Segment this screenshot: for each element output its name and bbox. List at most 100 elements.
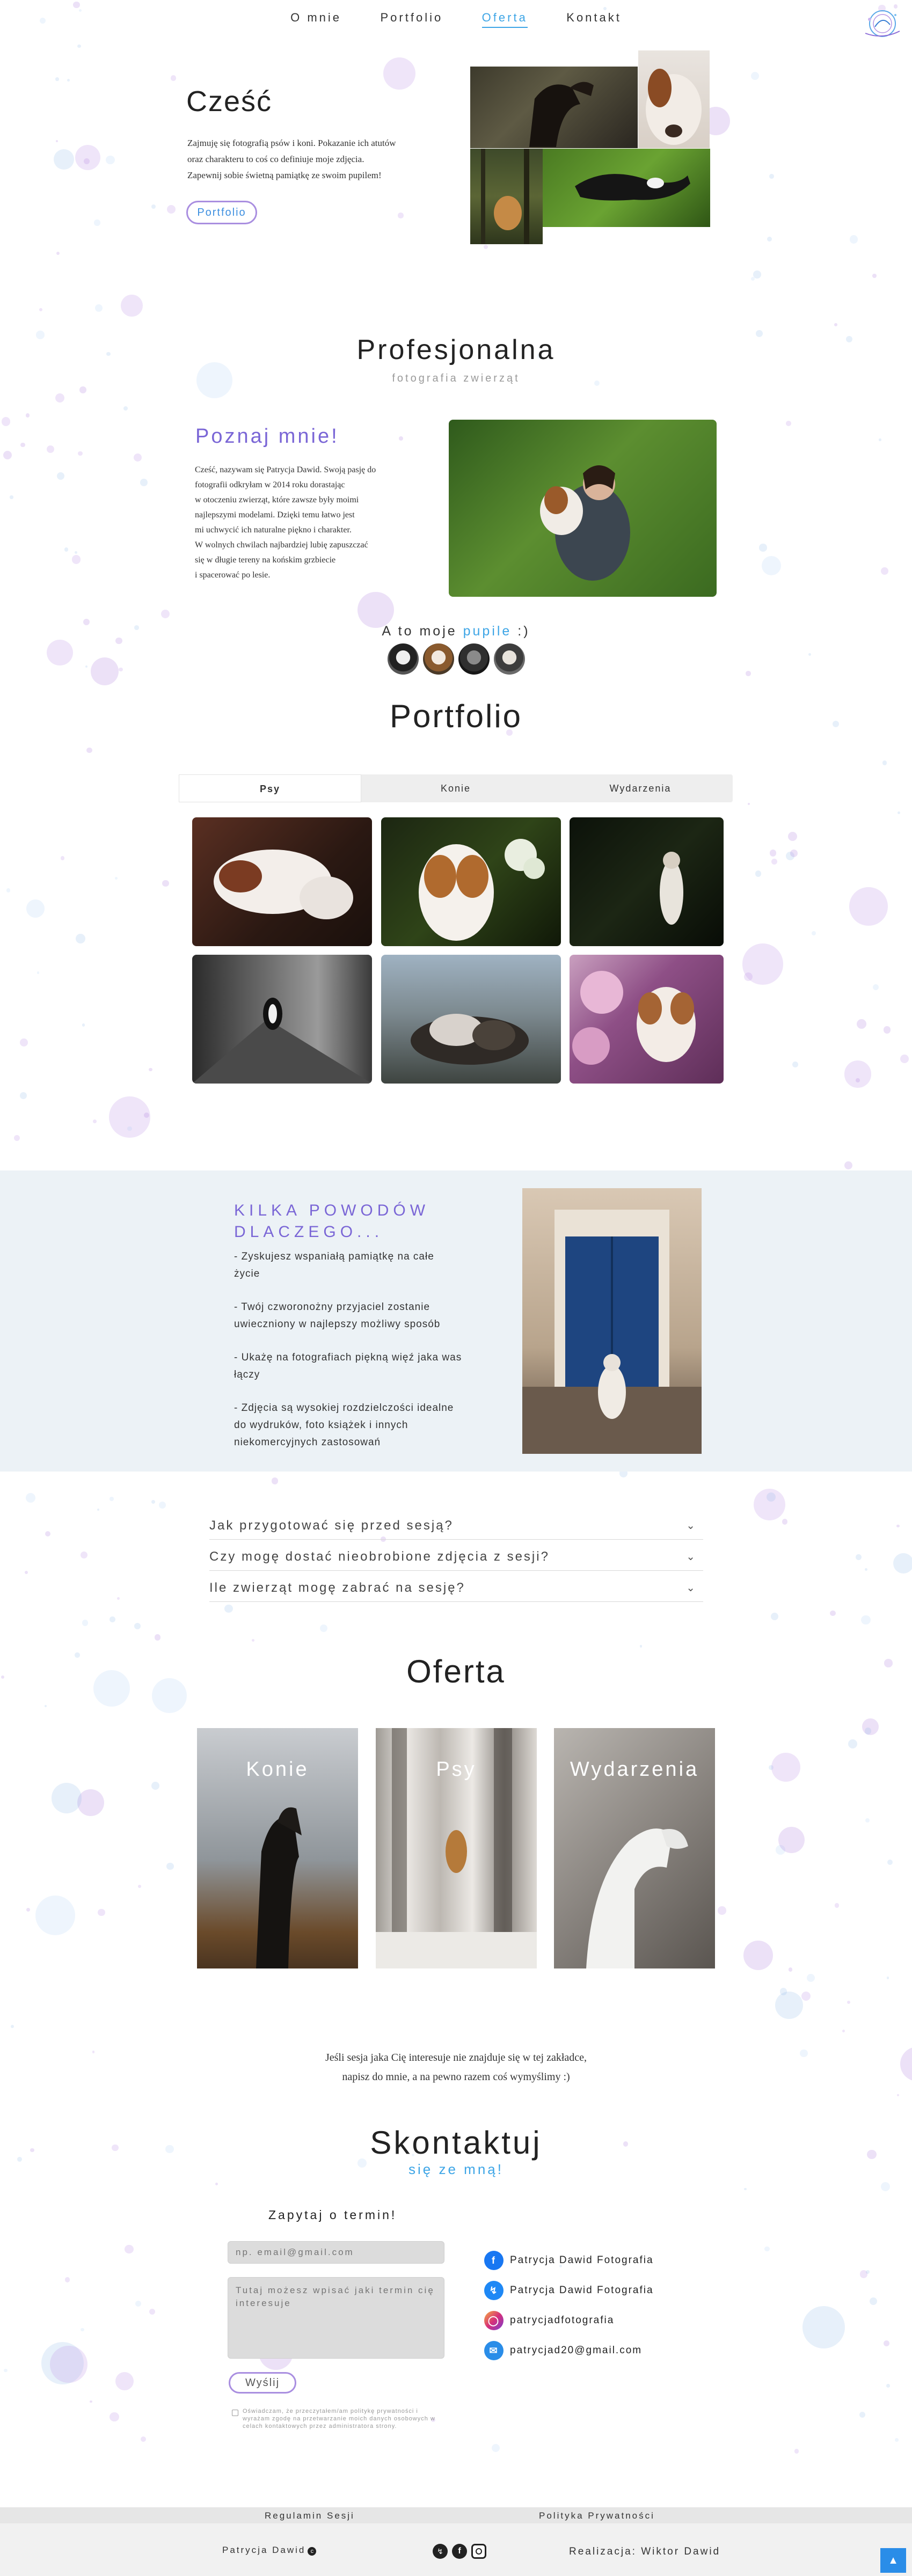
faq-item[interactable]: Ile zwierząt mogę zabrać na sesję? ⌄	[209, 1574, 703, 1602]
background-dot	[127, 1126, 132, 1131]
background-dot	[865, 1568, 868, 1571]
offer-card-events[interactable]: Wydarzenia	[554, 1728, 715, 1968]
reason-item: - Zdjęcia są wysokiej rozdzielczości ide…	[234, 1400, 486, 1451]
background-dot	[115, 877, 118, 880]
contact-link-email[interactable]: ✉ patrycjad20@gmail.com	[484, 2340, 642, 2361]
scroll-to-top-button[interactable]: ▲	[880, 2548, 906, 2573]
background-dot	[134, 1623, 141, 1630]
background-dot	[86, 747, 92, 753]
messenger-icon[interactable]: ↯	[433, 2544, 448, 2559]
reason-item-line: - Zyskujesz wspaniałą pamiątkę na całe	[234, 1251, 434, 1262]
tab-horses[interactable]: Konie	[363, 774, 548, 802]
background-dot	[771, 1753, 801, 1782]
brand-logo[interactable]	[859, 5, 903, 45]
contact-link-messenger[interactable]: ↯ Patrycja Dawid Fotografia	[484, 2280, 654, 2301]
background-dot	[786, 420, 792, 426]
background-dot	[25, 413, 30, 418]
background-dot	[56, 251, 60, 255]
background-dot	[47, 445, 55, 453]
background-dot	[141, 2436, 147, 2442]
copyright-icon: c	[308, 2547, 317, 2556]
background-dot	[398, 213, 404, 218]
background-dot	[801, 1992, 811, 2001]
background-dot	[802, 2306, 845, 2348]
background-dot	[761, 555, 782, 576]
terms-link[interactable]: Regulamin Sesji	[265, 2511, 355, 2521]
background-dot	[97, 1508, 100, 1511]
pet-avatar[interactable]	[458, 643, 490, 675]
faq-item[interactable]: Czy mogę dostać nieobrobione zdjęcia z s…	[209, 1543, 703, 1571]
tab-events[interactable]: Wydarzenia	[548, 774, 733, 802]
background-dot	[60, 856, 65, 860]
background-dot	[81, 2328, 84, 2332]
footer: Regulamin Sesji Polityka Prywatności Pat…	[0, 2507, 912, 2576]
background-dot	[84, 158, 90, 164]
background-dot	[149, 2308, 156, 2315]
hero-text-line: Zajmuję się fotografią psów i koni. Poka…	[187, 138, 396, 148]
portfolio-photo[interactable]	[381, 955, 561, 1084]
background-dot	[792, 1061, 799, 1067]
background-dot	[750, 72, 759, 80]
email-field[interactable]	[228, 2241, 444, 2264]
background-dot	[884, 2340, 889, 2346]
background-dot	[224, 1604, 233, 1613]
background-dot	[811, 931, 816, 936]
background-dot	[780, 1988, 787, 1995]
pet-avatar[interactable]	[423, 643, 454, 675]
background-dot	[790, 849, 798, 857]
contact-link-instagram[interactable]: ◯ patrycjadfotografia	[484, 2310, 614, 2331]
background-dot	[794, 2448, 799, 2454]
pet-avatar[interactable]	[388, 643, 419, 675]
privacy-link[interactable]: Polityka Prywatności	[539, 2511, 655, 2521]
background-dot	[850, 235, 858, 244]
background-dot	[151, 1500, 156, 1504]
faq-question: Jak przygotować się przed sesją?	[209, 1518, 454, 1533]
background-dot	[56, 140, 59, 143]
faq-question: Ile zwierząt mogę zabrać na sesję?	[209, 1580, 465, 1595]
message-field[interactable]	[228, 2277, 444, 2359]
portfolio-photo[interactable]	[570, 817, 724, 946]
portfolio-photo[interactable]	[192, 817, 372, 946]
background-dot	[857, 1019, 866, 1029]
nav-link-offer[interactable]: Oferta	[481, 11, 528, 28]
portfolio-photo[interactable]	[381, 817, 561, 946]
pet-avatar[interactable]	[494, 643, 525, 675]
footer-credit: Realizacja: Wiktor Dawid	[569, 2546, 721, 2557]
background-dot	[830, 1610, 836, 1616]
nav-link-about[interactable]: O mnie	[290, 11, 341, 25]
send-button[interactable]: Wyślij	[229, 2372, 296, 2394]
background-dot	[769, 174, 774, 179]
background-dot	[251, 1639, 254, 1642]
background-dot	[108, 1096, 150, 1138]
portfolio-photo[interactable]	[192, 955, 372, 1084]
background-dot	[91, 657, 119, 686]
background-dot	[26, 1493, 36, 1503]
background-dot	[771, 858, 777, 865]
consent-checkbox[interactable]	[232, 2410, 238, 2416]
instagram-icon[interactable]	[471, 2544, 486, 2559]
reasons-list: - Zyskujesz wspaniałą pamiątkę na całe ży…	[234, 1248, 486, 1451]
background-dot	[887, 1859, 893, 1865]
faq-item[interactable]: Jak przygotować się przed sesją? ⌄	[209, 1512, 703, 1540]
background-dot	[897, 811, 901, 815]
portfolio-photo[interactable]	[570, 955, 724, 1084]
offer-card-dogs[interactable]: Psy	[376, 1728, 537, 1968]
contact-link-facebook[interactable]: f Patrycja Dawid Fotografia	[484, 2250, 654, 2271]
background-dot	[19, 1092, 27, 1100]
portfolio-button[interactable]: Portfolio	[186, 201, 257, 224]
nav-link-portfolio[interactable]: Portfolio	[381, 11, 443, 25]
background-dot	[383, 57, 416, 90]
background-dot	[160, 609, 170, 618]
background-dot	[357, 591, 394, 628]
facebook-icon[interactable]: f	[452, 2544, 467, 2559]
background-dot	[398, 436, 403, 441]
background-dot	[74, 551, 78, 554]
hero-text: Zajmuję się fotografią psów i koni. Poka…	[187, 135, 396, 184]
tab-dogs[interactable]: Psy	[179, 774, 361, 802]
background-dot	[52, 1783, 82, 1813]
offer-card-horses[interactable]: Konie	[197, 1728, 358, 1968]
hero-photo-dog-running	[543, 149, 710, 227]
background-dot	[57, 472, 65, 480]
nav-link-contact[interactable]: Kontakt	[566, 11, 622, 25]
offer-note-line: Jeśli sesja jaka Cię interesuje nie znaj…	[325, 2052, 587, 2063]
